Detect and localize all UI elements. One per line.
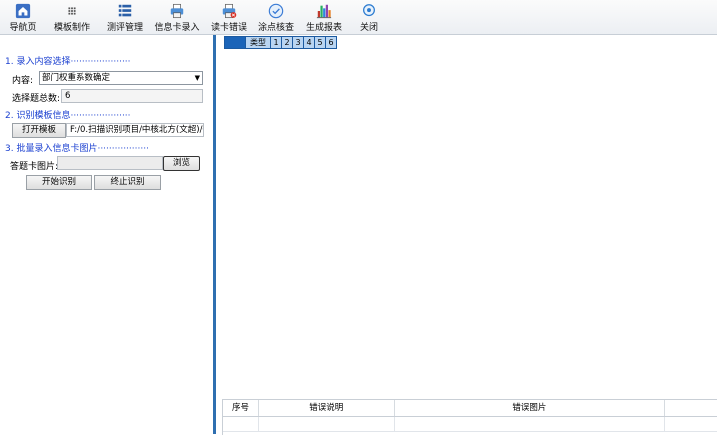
check-circle-icon bbox=[268, 3, 284, 19]
grid-column-1[interactable]: 1 bbox=[270, 37, 281, 48]
toolbar-read-error-label: 读卡错误 bbox=[210, 23, 247, 33]
printer-icon bbox=[170, 3, 184, 19]
right-panel: 类型 1 2 3 4 5 6 序号 错误说明 错误图片 bbox=[216, 35, 717, 435]
grid-column-2[interactable]: 2 bbox=[281, 37, 292, 48]
error-table: 序号 错误说明 错误图片 bbox=[222, 399, 717, 435]
start-recognition-button[interactable]: 开始识别 bbox=[26, 175, 92, 190]
total-questions-label: 选择题总数: bbox=[12, 94, 61, 104]
section1-title: 1. 录入内容选择 bbox=[5, 57, 71, 67]
section3-title: 3. 批量录入信息卡图片 bbox=[5, 144, 98, 154]
toolbar-home-button[interactable]: 导航页 bbox=[6, 1, 40, 33]
toolbar-close-button[interactable]: 关闭 bbox=[355, 1, 383, 33]
bar-chart-icon bbox=[316, 4, 332, 19]
table-cell bbox=[665, 417, 717, 431]
error-col-description[interactable]: 错误说明 bbox=[259, 400, 395, 416]
section-template-info: 2. 识别模板信息····················· bbox=[5, 108, 131, 121]
table-cell bbox=[395, 417, 666, 431]
home-icon bbox=[15, 3, 31, 19]
toolbar-report-label: 生成报表 bbox=[305, 23, 342, 33]
content-select-value: 部门权重系数确定 bbox=[42, 73, 111, 83]
chevron-down-icon: ▼ bbox=[194, 74, 200, 82]
table-row[interactable] bbox=[223, 417, 717, 432]
error-col-index[interactable]: 序号 bbox=[223, 400, 259, 416]
toolbar-evaluation-label: 测评管理 bbox=[106, 23, 143, 33]
error-table-header: 序号 错误说明 错误图片 bbox=[223, 400, 717, 417]
toolbar-report-button[interactable]: 生成报表 bbox=[304, 1, 344, 33]
grid-column-3[interactable]: 3 bbox=[292, 37, 303, 48]
template-path-value: F:/0.扫描识别项目/中核北方(文超)/Ol bbox=[70, 125, 204, 135]
section2-dots: ····················· bbox=[70, 111, 131, 121]
toolbar-template-button[interactable]: 模板制作 bbox=[52, 1, 92, 33]
table-cell bbox=[223, 417, 259, 431]
section1-dots: ····················· bbox=[70, 57, 131, 67]
grid-column-4[interactable]: 4 bbox=[303, 37, 314, 48]
list-icon bbox=[118, 4, 132, 17]
toolbar-card-entry-label: 信息卡录入 bbox=[154, 23, 200, 33]
toolbar-template-label: 模板制作 bbox=[53, 23, 90, 33]
total-questions-field[interactable]: 6 bbox=[61, 89, 203, 103]
card-image-field[interactable] bbox=[57, 156, 163, 170]
grid-column-type[interactable]: 类型 bbox=[245, 37, 270, 48]
section3-dots: ·················· bbox=[97, 144, 149, 154]
section-content-selection: 1. 录入内容选择····················· bbox=[5, 54, 131, 67]
toolbar-dot-check-label: 涂点核查 bbox=[257, 23, 294, 33]
open-template-button[interactable]: 打开模板 bbox=[12, 123, 66, 138]
answer-grid-header: 类型 1 2 3 4 5 6 bbox=[224, 36, 337, 49]
table-cell bbox=[259, 417, 395, 431]
printer-error-icon bbox=[222, 3, 237, 19]
toolbar-dot-check-button[interactable]: 涂点核查 bbox=[256, 1, 296, 33]
card-image-label: 答题卡图片: bbox=[10, 162, 59, 172]
toolbar-evaluation-button[interactable]: 测评管理 bbox=[105, 1, 145, 33]
template-path-field[interactable]: F:/0.扫描识别项目/中核北方(文超)/Ol bbox=[66, 123, 204, 137]
stop-recognition-button[interactable]: 终止识别 bbox=[94, 175, 161, 190]
toolbar-close-label: 关闭 bbox=[359, 23, 378, 33]
section-batch-entry: 3. 批量录入信息卡图片·················· bbox=[5, 141, 149, 154]
toolbar-card-entry-button[interactable]: 信息卡录入 bbox=[154, 1, 200, 33]
toolbar-read-error-button[interactable]: 读卡错误 bbox=[209, 1, 249, 33]
error-col-extra bbox=[665, 400, 717, 416]
grid-corner bbox=[225, 37, 245, 48]
toolbar-home-label: 导航页 bbox=[9, 23, 37, 33]
grid-dots-icon bbox=[68, 7, 76, 15]
total-questions-value: 6 bbox=[65, 91, 71, 101]
grid-column-6[interactable]: 6 bbox=[325, 37, 336, 48]
section2-title: 2. 识别模板信息 bbox=[5, 111, 71, 121]
grid-column-5[interactable]: 5 bbox=[314, 37, 325, 48]
browse-button[interactable]: 浏览 bbox=[163, 156, 200, 171]
error-col-image[interactable]: 错误图片 bbox=[395, 400, 666, 416]
close-circle-icon bbox=[363, 4, 375, 17]
left-panel: 1. 录入内容选择····················· 内容: 部门权重系… bbox=[0, 35, 213, 434]
content-select[interactable]: 部门权重系数确定 ▼ bbox=[39, 71, 203, 85]
content-label: 内容: bbox=[12, 76, 34, 86]
main-toolbar: 导航页 模板制作 测评管理 信息卡录入 读卡错误 涂点核查 生成报表 关闭 bbox=[0, 0, 717, 35]
